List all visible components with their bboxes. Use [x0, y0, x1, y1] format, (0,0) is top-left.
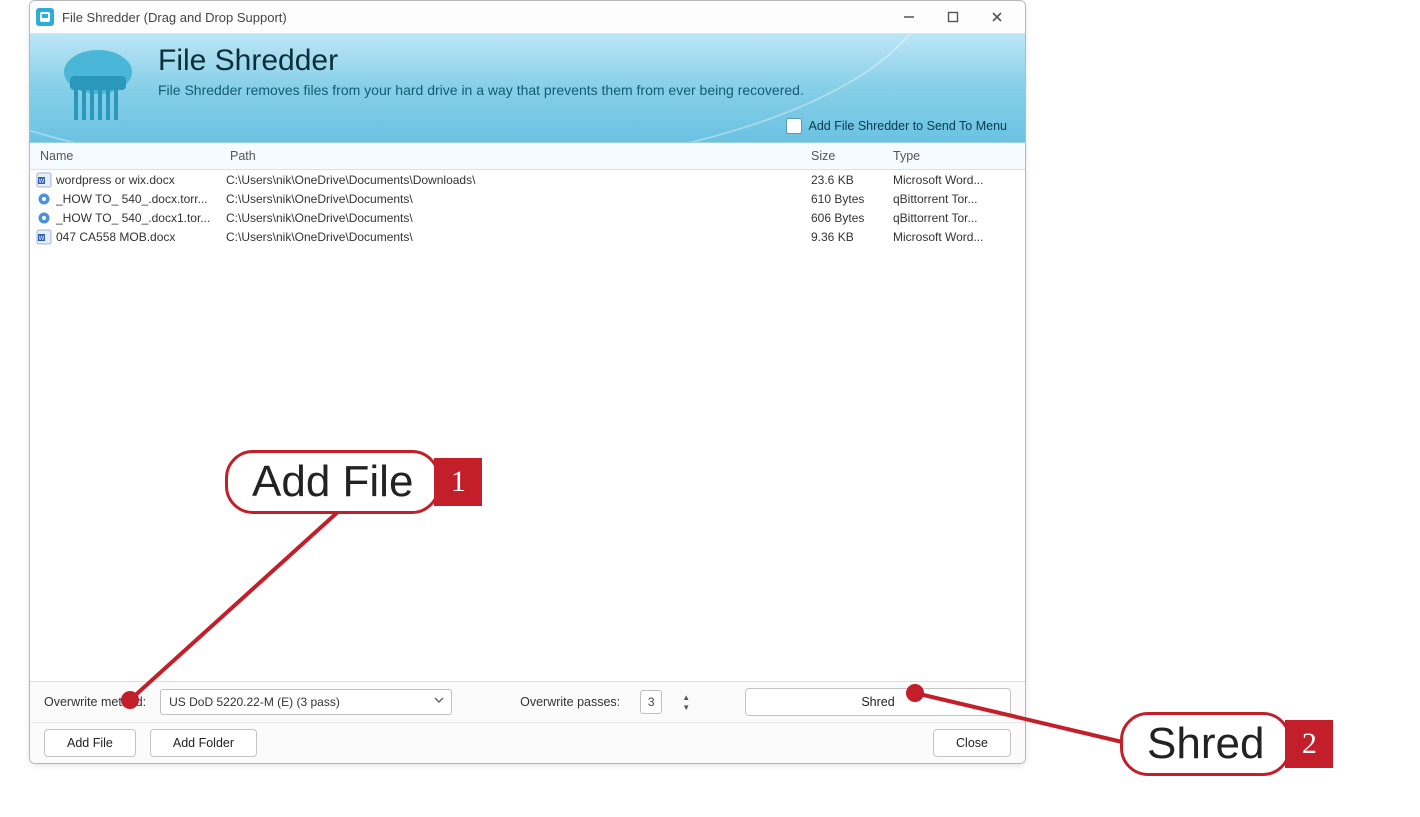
- overwrite-passes-input[interactable]: 3: [640, 690, 662, 714]
- file-list[interactable]: Wwordpress or wix.docxC:\Users\nik\OneDr…: [30, 170, 1025, 246]
- close-button[interactable]: [975, 1, 1019, 33]
- file-path: C:\Users\nik\OneDrive\Documents\: [226, 211, 811, 225]
- titlebar: File Shredder (Drag and Drop Support): [30, 1, 1025, 34]
- passes-spinner-buttons[interactable]: ▲ ▼: [680, 692, 692, 712]
- annotation-callout-1: Add File 1: [225, 450, 482, 514]
- add-folder-button[interactable]: Add Folder: [150, 729, 257, 757]
- spinner-up-icon[interactable]: ▲: [680, 692, 692, 702]
- annotation-1-text: Add File: [225, 450, 440, 514]
- col-path[interactable]: Path: [230, 149, 811, 163]
- annotation-callout-2: Shred 2: [1120, 712, 1333, 776]
- file-path: C:\Users\nik\OneDrive\Documents\: [226, 230, 811, 244]
- file-name: _HOW TO_ 540_.docx1.tor...: [56, 211, 226, 225]
- annotation-1-number: 1: [434, 458, 482, 506]
- annotation-connector-1: [100, 500, 360, 730]
- col-type[interactable]: Type: [893, 149, 1025, 163]
- banner-heading: File Shredder: [158, 44, 804, 78]
- svg-text:W: W: [39, 236, 45, 242]
- list-header: Name Path Size Type: [30, 143, 1025, 170]
- banner-subheading: File Shredder removes files from your ha…: [158, 82, 804, 98]
- file-type: qBittorrent Tor...: [893, 211, 1025, 225]
- sendto-checkbox[interactable]: [786, 118, 802, 134]
- col-name[interactable]: Name: [30, 149, 230, 163]
- chevron-down-icon: [433, 694, 445, 709]
- file-size: 9.36 KB: [811, 230, 893, 244]
- file-name: wordpress or wix.docx: [56, 173, 226, 187]
- file-type: qBittorrent Tor...: [893, 192, 1025, 206]
- spinner-down-icon[interactable]: ▼: [680, 702, 692, 712]
- table-row[interactable]: Wwordpress or wix.docxC:\Users\nik\OneDr…: [30, 170, 1025, 189]
- window-title: File Shredder (Drag and Drop Support): [62, 10, 887, 25]
- file-size: 606 Bytes: [811, 211, 893, 225]
- file-path: C:\Users\nik\OneDrive\Documents\Download…: [226, 173, 811, 187]
- annotation-2-text: Shred: [1120, 712, 1291, 776]
- col-size[interactable]: Size: [811, 149, 893, 163]
- add-file-button[interactable]: Add File: [44, 729, 136, 757]
- file-type: Microsoft Word...: [893, 173, 1025, 187]
- sendto-checkbox-row[interactable]: Add File Shredder to Send To Menu: [786, 118, 1007, 134]
- minimize-button[interactable]: [887, 1, 931, 33]
- file-size: 23.6 KB: [811, 173, 893, 187]
- sendto-label: Add File Shredder to Send To Menu: [808, 119, 1007, 133]
- file-name: _HOW TO_ 540_.docx.torr...: [56, 192, 226, 206]
- maximize-button[interactable]: [931, 1, 975, 33]
- table-row[interactable]: _HOW TO_ 540_.docx1.tor...C:\Users\nik\O…: [30, 208, 1025, 227]
- annotation-2-number: 2: [1285, 720, 1333, 768]
- overwrite-passes-label: Overwrite passes:: [520, 695, 620, 709]
- file-type: Microsoft Word...: [893, 230, 1025, 244]
- header-banner: File Shredder File Shredder removes file…: [30, 34, 1025, 143]
- word-doc-icon: W: [36, 172, 52, 188]
- svg-text:W: W: [39, 179, 45, 185]
- file-name: 047 CA558 MOB.docx: [56, 230, 226, 244]
- file-size: 610 Bytes: [811, 192, 893, 206]
- torrent-icon: [36, 191, 52, 207]
- word-doc-icon: W: [36, 229, 52, 245]
- table-row[interactable]: W 047 CA558 MOB.docxC:\Users\nik\OneDrive…: [30, 227, 1025, 246]
- shredder-icon: [52, 44, 144, 126]
- table-row[interactable]: _HOW TO_ 540_.docx.torr...C:\Users\nik\O…: [30, 189, 1025, 208]
- torrent-icon: [36, 210, 52, 226]
- file-path: C:\Users\nik\OneDrive\Documents\: [226, 192, 811, 206]
- app-icon: [36, 8, 54, 26]
